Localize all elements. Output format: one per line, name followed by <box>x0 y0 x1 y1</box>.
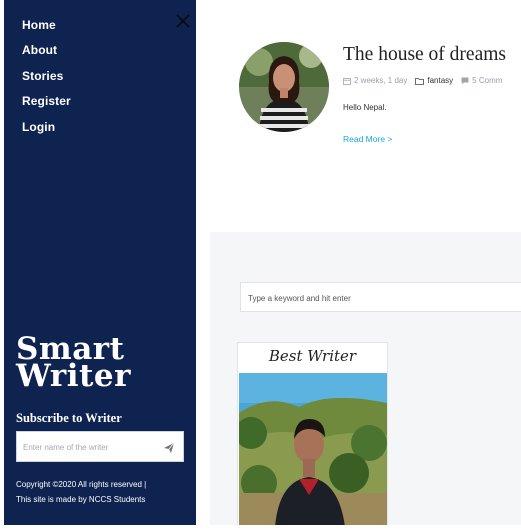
post-meta: 2 weeks, 1 day fantasy 5 Comm <box>343 76 510 85</box>
post-category[interactable]: fantasy <box>415 76 453 85</box>
post-title[interactable]: The house of dreams <box>343 44 506 66</box>
close-icon[interactable] <box>174 12 192 30</box>
copyright-line-2: This site is made by NCCS Students <box>16 494 146 504</box>
sidebar-nav: Home About Stories Register Login <box>22 16 71 143</box>
brand-logo: Smart Writer <box>16 334 131 394</box>
post-date-text: 2 weeks, 1 day <box>354 76 408 85</box>
post-category-text: fantasy <box>427 76 454 85</box>
copyright-line-1: Copyright ©2020 All rights reserved | <box>16 480 147 489</box>
search-box <box>240 282 521 312</box>
calendar-icon <box>343 77 351 85</box>
nav-item-about[interactable]: About <box>22 41 71 66</box>
send-icon[interactable] <box>163 441 175 453</box>
post-date: 2 weeks, 1 day <box>343 76 407 85</box>
subscribe-form <box>16 431 184 462</box>
post-comments[interactable]: 5 Comm <box>461 76 502 85</box>
copyright-text: Copyright ©2020 All rights reserved | Th… <box>16 478 192 507</box>
bottom-edge <box>0 525 521 529</box>
nav-item-home[interactable]: Home <box>22 16 71 41</box>
post-excerpt: Hello Nepal. <box>343 103 387 112</box>
nav-item-register[interactable]: Register <box>22 92 71 117</box>
post-comments-text: 5 Comm <box>472 76 503 85</box>
subscribe-title: Subscribe to Writer <box>16 411 122 425</box>
comment-icon <box>461 77 469 84</box>
nav-item-stories[interactable]: Stories <box>22 67 71 92</box>
author-avatar[interactable] <box>239 42 329 132</box>
writer-name-input[interactable] <box>23 439 153 455</box>
blog-post: The house of dreams 2 weeks, 1 day fanta… <box>196 0 521 232</box>
folder-icon <box>415 77 425 85</box>
best-writer-title: Best Writer <box>268 347 357 365</box>
nav-item-login[interactable]: Login <box>22 118 71 143</box>
search-input[interactable] <box>248 291 508 305</box>
offcanvas-sidebar: Home About Stories Register Login Smart … <box>4 0 196 525</box>
best-writer-card: Best Writer <box>237 342 388 527</box>
brand-line-2: Writer <box>16 358 131 394</box>
read-more-link[interactable]: Read More > <box>343 134 392 144</box>
best-writer-photo[interactable] <box>239 373 387 527</box>
